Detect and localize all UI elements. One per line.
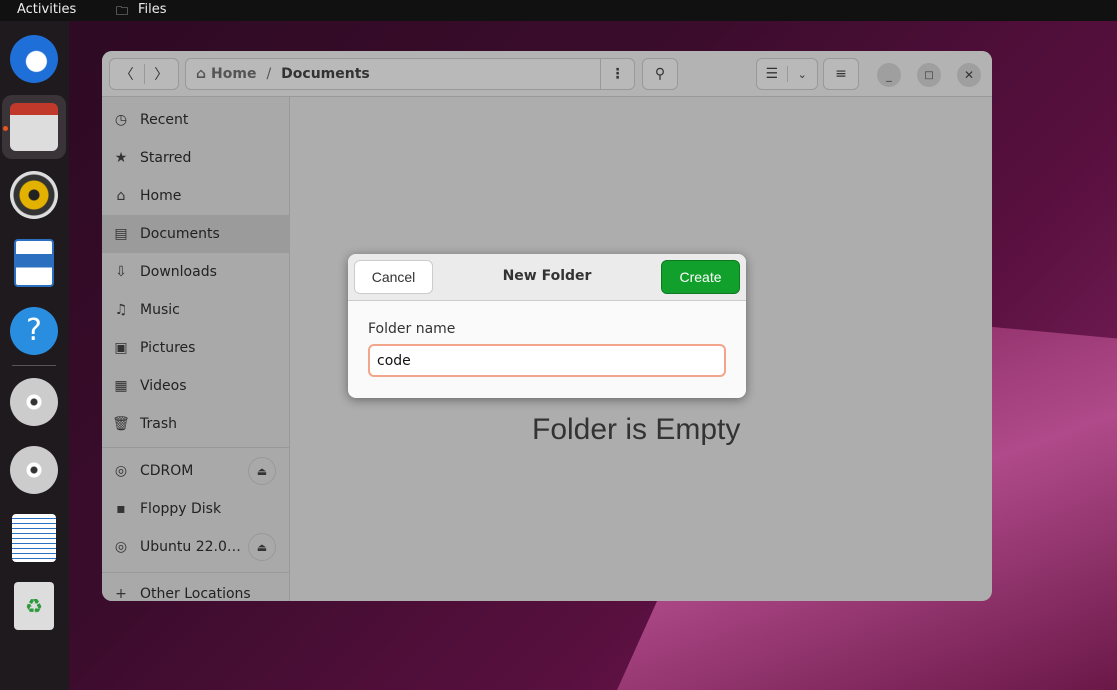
- clock-icon: ◷: [114, 112, 128, 128]
- sidebar-item-trash[interactable]: 🗑 Trash: [102, 405, 290, 443]
- thunderbird-icon[interactable]: [10, 35, 58, 83]
- document-icon: ▤: [114, 226, 128, 242]
- sidebar-item-label: Videos: [140, 378, 187, 394]
- path-separator: /: [266, 66, 272, 82]
- minimize-button[interactable]: _: [877, 63, 901, 87]
- path-menu-button[interactable]: ⋮: [600, 59, 634, 89]
- sidebar-item-other-locations[interactable]: + Other Locations: [102, 575, 290, 601]
- picture-icon: ▣: [114, 340, 128, 356]
- home-icon: ⌂: [196, 66, 207, 82]
- sidebar-item-label: Other Locations: [140, 586, 251, 601]
- cd-icon[interactable]: [10, 446, 58, 494]
- sidebar-item-label: Downloads: [140, 264, 217, 280]
- writer-icon[interactable]: [14, 239, 54, 287]
- empty-folder-message: Folder is Empty: [532, 413, 741, 446]
- activities-button[interactable]: Activities: [17, 2, 76, 17]
- sidebar-item-label: Floppy Disk: [140, 501, 222, 517]
- folder-name-label: Folder name: [368, 321, 456, 337]
- help-icon[interactable]: ?: [10, 307, 58, 355]
- eject-button[interactable]: ⏏: [248, 457, 276, 485]
- sidebar-item-label: CDROM: [140, 463, 194, 479]
- dialog-header: Cancel New Folder Create: [348, 254, 746, 301]
- sidebar-item-documents[interactable]: ▤ Documents: [102, 215, 290, 253]
- maximize-button[interactable]: □: [917, 63, 941, 87]
- sidebar-item-recent[interactable]: ◷ Recent: [102, 101, 290, 139]
- sidebar-item-label: Documents: [140, 226, 220, 242]
- sidebar-item-cdrom[interactable]: ◎ CDROM ⏏: [102, 452, 290, 490]
- sidebar-item-music[interactable]: ♫ Music: [102, 291, 290, 329]
- nav-buttons: 〈 〉: [109, 58, 179, 90]
- forward-button[interactable]: 〉: [145, 64, 179, 84]
- floppy-icon[interactable]: [12, 514, 56, 562]
- folder-icon: 🗀: [116, 4, 129, 18]
- music-icon: ♫: [114, 302, 128, 318]
- rhythmbox-icon[interactable]: [10, 171, 58, 219]
- sidebar-item-label: Music: [140, 302, 180, 318]
- sidebar-item-floppy[interactable]: ▪ Floppy Disk: [102, 490, 290, 528]
- plus-icon: +: [115, 586, 127, 601]
- sidebar-item-starred[interactable]: ★ Starred: [102, 139, 290, 177]
- list-view-icon[interactable]: ☰: [757, 66, 788, 82]
- trash-icon: 🗑: [112, 416, 130, 432]
- files-icon[interactable]: [10, 103, 58, 151]
- sidebar-item-label: Recent: [140, 112, 189, 128]
- divider: [102, 572, 290, 573]
- sidebar-item-home[interactable]: ⌂ Home: [102, 177, 290, 215]
- sidebar-item-label: Home: [140, 188, 182, 204]
- sidebar-item-label: Starred: [140, 150, 192, 166]
- new-folder-dialog: Cancel New Folder Create Folder name: [348, 254, 746, 398]
- search-button[interactable]: ⚲: [642, 58, 678, 90]
- disc-icon: ◎: [114, 539, 128, 555]
- sidebar: ◷ Recent ★ Starred ⌂ Home ▤ Documents ⇩ Downl…: [102, 97, 290, 601]
- path-home[interactable]: Home: [211, 66, 256, 82]
- dock-separator: [12, 365, 56, 366]
- path-documents[interactable]: Documents: [281, 66, 370, 82]
- close-button[interactable]: ✕: [957, 63, 981, 87]
- floppy-icon: ▪: [116, 501, 126, 517]
- eject-button[interactable]: ⏏: [248, 533, 276, 561]
- view-buttons: ☰ ⌄: [756, 58, 818, 90]
- video-icon: ▦: [114, 378, 128, 394]
- create-button[interactable]: Create: [661, 260, 740, 294]
- cd-icon[interactable]: [10, 378, 58, 426]
- sidebar-item-label: Trash: [140, 416, 177, 432]
- trash-icon[interactable]: ♻: [14, 582, 54, 630]
- hamburger-icon: ≡: [835, 66, 847, 82]
- download-icon: ⇩: [115, 264, 127, 280]
- back-button[interactable]: 〈: [110, 64, 145, 84]
- folder-name-input[interactable]: [368, 344, 726, 377]
- path-bar[interactable]: ⌂ Home / Documents ⋮: [185, 58, 635, 90]
- running-indicator: [3, 126, 8, 131]
- dock: ? ♻: [0, 21, 69, 690]
- home-icon: ⌂: [116, 188, 126, 204]
- sidebar-item-videos[interactable]: ▦ Videos: [102, 367, 290, 405]
- header-bar: 〈 〉 ⌂ Home / Documents ⋮ ⚲ ☰ ⌄ ≡ _ □ ✕: [102, 51, 992, 97]
- sidebar-item-label: Ubuntu 22.0…: [140, 539, 241, 555]
- disc-icon: ◎: [114, 463, 128, 479]
- app-menu[interactable]: Files: [138, 2, 167, 17]
- sidebar-item-ubuntu[interactable]: ◎ Ubuntu 22.0… ⏏: [102, 528, 290, 566]
- main-menu-button[interactable]: ≡: [823, 58, 859, 90]
- sidebar-item-label: Pictures: [140, 340, 196, 356]
- top-bar: Activities 🗀 Files: [0, 0, 1117, 21]
- chevron-down-icon[interactable]: ⌄: [788, 68, 818, 81]
- sidebar-item-downloads[interactable]: ⇩ Downloads: [102, 253, 290, 291]
- search-icon: ⚲: [654, 66, 666, 82]
- divider: [102, 447, 290, 448]
- sidebar-item-pictures[interactable]: ▣ Pictures: [102, 329, 290, 367]
- star-icon: ★: [114, 150, 128, 166]
